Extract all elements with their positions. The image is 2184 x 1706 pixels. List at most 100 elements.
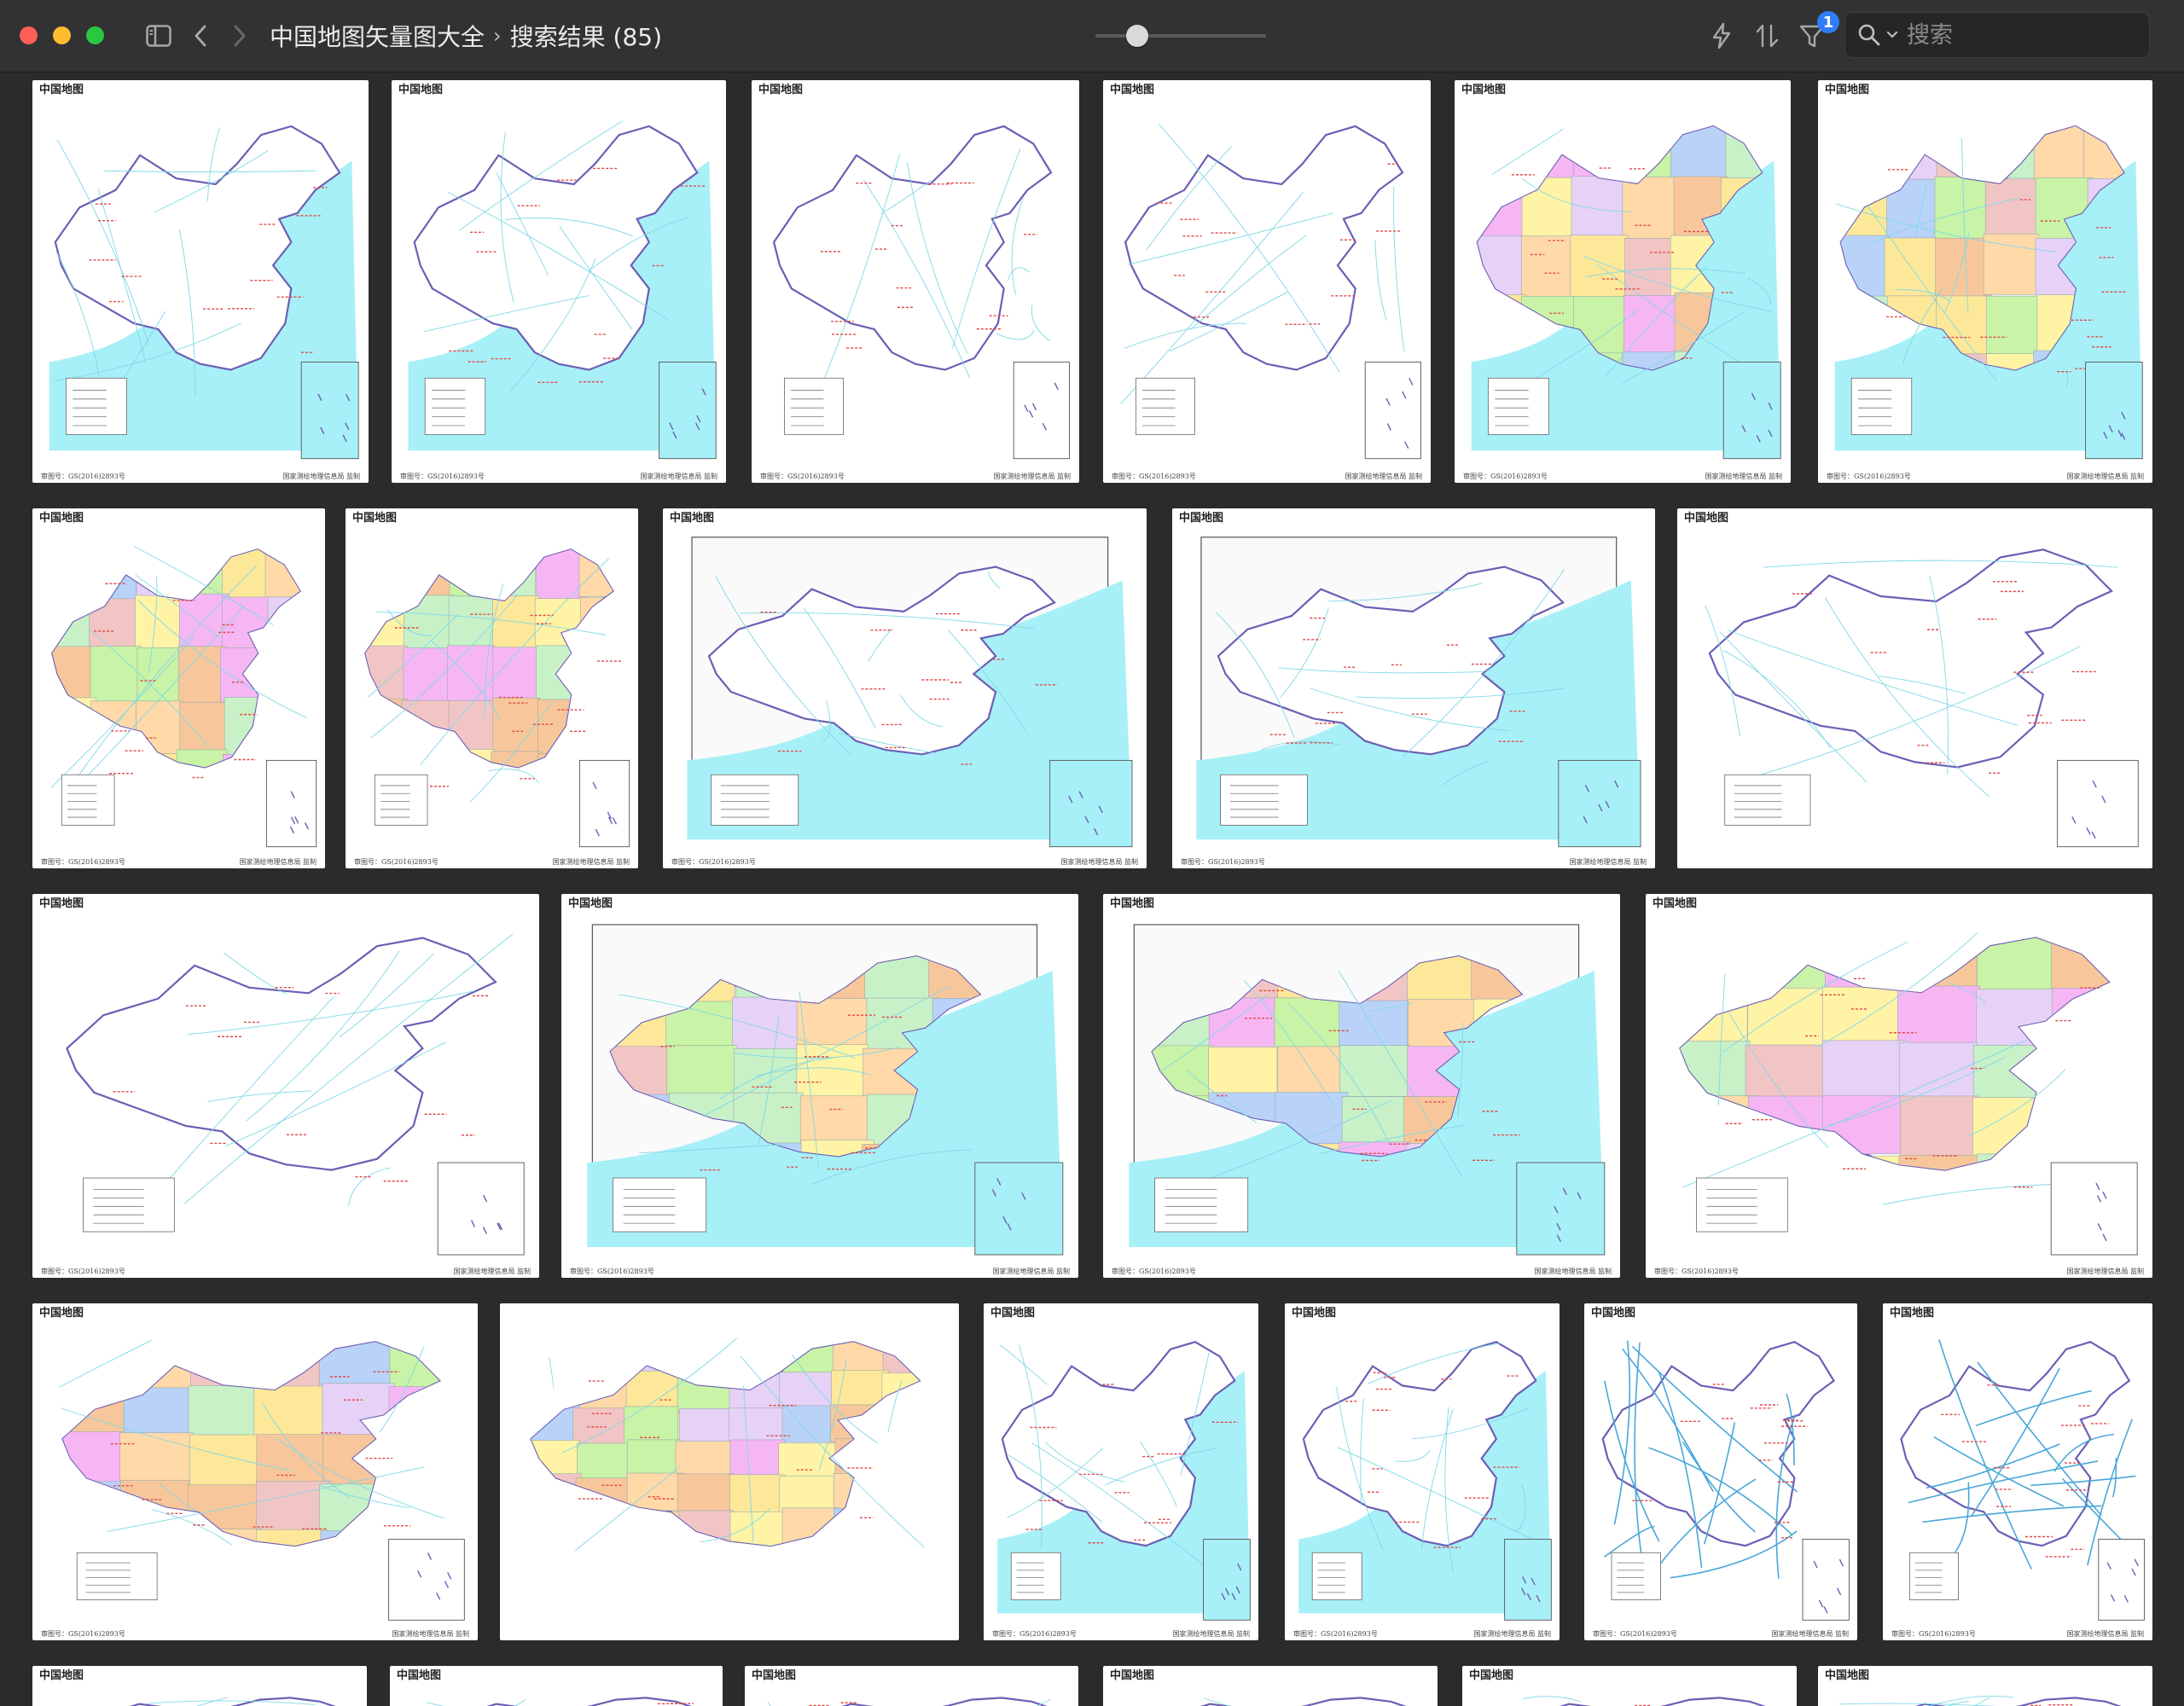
- map-thumbnail[interactable]: 中国地图 审图号：GS(2016)2893号 国家测绘地理信息局 监制: [1883, 1303, 2152, 1640]
- magnifier-icon[interactable]: [1857, 23, 1881, 47]
- thumbnail-footer-left: 审图号：GS(2016)2893号: [671, 858, 756, 866]
- thumbnail-footer-right: 国家测绘地理信息局 监制: [1345, 473, 1422, 480]
- search-input[interactable]: [1905, 20, 2122, 49]
- south-sea-inset: [265, 759, 317, 848]
- slider-knob[interactable]: [1126, 25, 1148, 47]
- river-line: [195, 1697, 228, 1706]
- minimize-window-button[interactable]: [53, 26, 71, 44]
- river-line: [1008, 267, 1031, 281]
- map-thumbnail[interactable]: 中国地图: [745, 1666, 1078, 1706]
- map-thumbnail[interactable]: 中国地图 审图号：GS(2016)2893号 国家测绘地理信息局 监制: [561, 894, 1078, 1278]
- legend-box: [83, 1177, 175, 1233]
- legend-box: [374, 774, 428, 826]
- china-map-image: [1120, 124, 1421, 460]
- map-thumbnail[interactable]: 中国地图 审图号：GS(2016)2893号 国家测绘地理信息局 监制: [1172, 508, 1655, 868]
- south-sea-inset: [437, 1162, 525, 1256]
- china-map-image: [58, 1339, 465, 1621]
- map-thumbnail[interactable]: 中国地图 审图号：GS(2016)2893号 国家测绘地理信息局 监制: [1455, 80, 1791, 483]
- south-sea-inset: [2098, 1539, 2145, 1621]
- map-thumbnail[interactable]: 中国地图 审图号：GS(2016)2893号 国家测绘地理信息局 监制: [984, 1303, 1258, 1640]
- south-sea-inset: [2050, 1162, 2138, 1256]
- map-thumbnail[interactable]: 中国地图 审图号：GS(2016)2893号 国家测绘地理信息局 监制: [1103, 894, 1620, 1278]
- breadcrumb-folder[interactable]: 中国地图矢量图大全: [270, 19, 485, 53]
- chevron-right-icon[interactable]: [227, 17, 253, 55]
- map-thumbnail[interactable]: 中国地图: [1103, 1666, 1438, 1706]
- china-map-image: [1196, 537, 1641, 848]
- map-thumbnail[interactable]: 中国地图 审图号：GS(2016)2893号 国家测绘地理信息局 监制: [346, 508, 638, 868]
- thumbnail-caption: 中国地图: [397, 1669, 442, 1682]
- map-thumbnail[interactable]: 中国地图 审图号：GS(2016)2893号 国家测绘地理信息局 监制: [32, 1303, 478, 1640]
- thumbnail-caption: 中国地图: [568, 897, 613, 910]
- thumbnail-caption: 中国地图: [758, 84, 804, 96]
- map-thumbnail[interactable]: [500, 1303, 959, 1640]
- legend-box: [1696, 1177, 1788, 1233]
- breadcrumb-current: 搜索结果 (85): [509, 23, 663, 51]
- south-sea-inset: [1558, 759, 1641, 848]
- china-map-image: [1900, 1339, 2145, 1621]
- thumbnail-footer-right: 国家测绘地理信息局 监制: [1060, 858, 1138, 866]
- thumbnail-footer-left: 审图号：GS(2016)2893号: [41, 1268, 125, 1275]
- sidebar-icon[interactable]: [142, 17, 176, 55]
- thumbnail-footer-left: 审图号：GS(2016)2893号: [1891, 1630, 1976, 1638]
- river-line: [488, 769, 539, 784]
- china-map-image: [1298, 1341, 1552, 1621]
- legend-box: [1724, 774, 1811, 826]
- map-thumbnail[interactable]: 中国地图 审图号：GS(2016)2893号 国家测绘地理信息局 监制: [1103, 80, 1431, 483]
- south-sea-inset: [1504, 1539, 1552, 1621]
- china-map-image: [1679, 932, 2138, 1256]
- thumbnail-caption: 中国地图: [1110, 897, 1155, 910]
- chevron-down-icon[interactable]: [1886, 31, 1898, 39]
- china-map-image: [66, 933, 525, 1256]
- thumbnail-caption: 中国地图: [1825, 84, 1870, 96]
- river-line: [514, 1699, 526, 1706]
- thumbnail-footer-right: 国家测绘地理信息局 监制: [1569, 858, 1647, 866]
- legend-box: [1136, 377, 1195, 435]
- thumbnail-caption: 中国地图: [1653, 897, 1698, 910]
- thumbnail-caption: 中国地图: [1292, 1307, 1337, 1320]
- thumbnail-footer-right: 国家测绘地理信息局 监制: [1705, 473, 1782, 480]
- china-map-image: [408, 120, 717, 460]
- thumbnail-footer-right: 国家测绘地理信息局 监制: [1771, 1630, 1849, 1638]
- china-map-image: [772, 125, 1070, 460]
- map-thumbnail[interactable]: 中国地图 审图号：GS(2016)2893号 国家测绘地理信息局 监制: [32, 508, 325, 868]
- sort-icon[interactable]: [1751, 17, 1785, 55]
- map-thumbnail[interactable]: 中国地图 审图号：GS(2016)2893号 国家测绘地理信息局 监制: [32, 894, 539, 1278]
- close-window-button[interactable]: [20, 26, 38, 44]
- thumbnail-caption: 中国地图: [39, 512, 84, 525]
- thumbnail-size-slider[interactable]: [1095, 34, 1266, 38]
- map-thumbnail[interactable]: 中国地图: [1677, 508, 2152, 868]
- map-thumbnail[interactable]: 中国地图: [32, 1666, 367, 1706]
- map-thumbnail[interactable]: 中国地图 审图号：GS(2016)2893号 国家测绘地理信息局 监制: [1285, 1303, 1560, 1640]
- lightning-icon[interactable]: [1706, 17, 1737, 55]
- map-thumbnail[interactable]: 中国地图 审图号：GS(2016)2893号 国家测绘地理信息局 监制: [1818, 80, 2152, 483]
- legend-box: [1850, 377, 1913, 435]
- river-line: [1031, 305, 1051, 342]
- map-thumbnail[interactable]: 中国地图: [390, 1666, 723, 1706]
- thumbnail-footer-left: 审图号：GS(2016)2893号: [1181, 858, 1265, 866]
- map-thumbnail[interactable]: 中国地图 审图号：GS(2016)2893号 国家测绘地理信息局 监制: [32, 80, 369, 483]
- china-map-image: [1129, 924, 1606, 1256]
- thumbnail-caption: 中国地图: [39, 84, 84, 96]
- chevron-left-icon[interactable]: [188, 17, 213, 55]
- china-map-image: [1601, 1340, 1850, 1621]
- search-field[interactable]: [1844, 12, 2150, 58]
- country-outline: [1199, 1697, 1407, 1706]
- map-thumbnail[interactable]: 中国地图: [1462, 1666, 1797, 1706]
- map-thumbnail[interactable]: 中国地图: [1818, 1666, 2152, 1706]
- thumbnail-caption: 中国地图: [398, 84, 444, 96]
- thumbnail-footer-left: 审图号：GS(2016)2893号: [760, 473, 845, 480]
- thumbnail-caption: 中国地图: [990, 1307, 1036, 1320]
- map-thumbnail[interactable]: 中国地图 审图号：GS(2016)2893号 国家测绘地理信息局 监制: [392, 80, 726, 483]
- river-line: [1011, 197, 1024, 295]
- river-line: [996, 330, 1035, 340]
- map-thumbnail[interactable]: 中国地图 审图号：GS(2016)2893号 国家测绘地理信息局 监制: [1584, 1303, 1857, 1640]
- map-thumbnail[interactable]: 中国地图 审图号：GS(2016)2893号 国家测绘地理信息局 监制: [663, 508, 1147, 868]
- zoom-window-button[interactable]: [86, 26, 104, 44]
- map-thumbnail[interactable]: 中国地图 审图号：GS(2016)2893号 国家测绘地理信息局 监制: [752, 80, 1079, 483]
- thumbnail-footer-right: 国家测绘地理信息局 监制: [1172, 1630, 1250, 1638]
- country-outline: [1559, 1697, 1766, 1706]
- river-line: [58, 1339, 153, 1389]
- thumbnail-caption: 中国地图: [39, 897, 84, 910]
- thumbnail-caption: 中国地图: [1591, 1307, 1636, 1320]
- map-thumbnail[interactable]: 中国地图 审图号：GS(2016)2893号 国家测绘地理信息局 监制: [1646, 894, 2152, 1278]
